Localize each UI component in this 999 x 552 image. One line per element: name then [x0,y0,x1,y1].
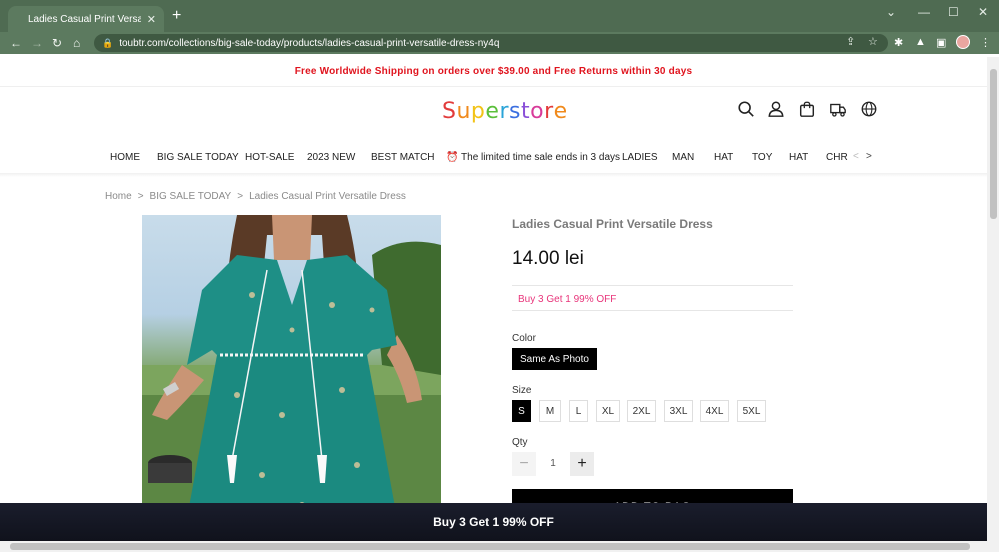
menu-big-sale-today[interactable]: BIG SALE TODAY [157,152,239,163]
size-option-5xl[interactable]: 5XL [737,400,766,422]
maximize-icon[interactable]: ☐ [948,5,959,19]
minimize-icon[interactable]: — [918,5,930,19]
browser-toolbar: ← → ↻ ⌂ 🔒 toubtr.com/collections/big-sal… [0,32,999,54]
breadcrumb-home[interactable]: Home [105,191,132,202]
menu-home[interactable]: HOME [110,152,140,163]
logo-letter: u [456,99,471,124]
size-label: Size [512,385,532,396]
breadcrumb-separator: > [137,191,144,202]
breadcrumb: Home > BIG SALE TODAY > Ladies Casual Print … [105,191,406,202]
product-price: 14.00 lei [512,248,584,269]
scrollbar-thumb[interactable] [990,69,997,219]
lock-icon[interactable]: 🔒 [102,38,113,49]
lab-flask-icon[interactable]: ▲ [915,36,926,48]
size-option-l[interactable]: L [569,400,588,422]
logo-letter: o [530,99,545,124]
menu-hat[interactable]: HAT [714,152,733,163]
back-icon[interactable]: ← [10,35,22,51]
search-icon[interactable] [737,100,755,118]
browser-titlebar: Ladies Casual Print Versatile Dre ✕ + ⌄ … [0,0,999,32]
menu-hot-sale[interactable]: HOT-SALE [245,152,294,163]
vertical-scrollbar[interactable] [987,57,999,541]
logo-letter: S [442,99,457,124]
user-icon[interactable] [767,100,785,118]
extensions-puzzle-icon[interactable]: ✱ [894,36,903,49]
color-option-same-as-photo[interactable]: Same As Photo [512,348,597,370]
tab-search-icon[interactable]: ⌄ [886,5,896,19]
menu-toy[interactable]: TOY [752,152,772,163]
sticky-promo-bar[interactable]: Buy 3 Get 1 99% OFF [0,503,987,541]
tab-title: Ladies Casual Print Versatile Dre [28,13,141,25]
main-menu: HOME BIG SALE TODAY HOT-SALE 2023 NEW BE… [0,147,987,171]
logo-letter: r [544,99,554,124]
logo-letter: e [553,99,568,124]
size-option-3xl[interactable]: 3XL [664,400,693,422]
truck-icon[interactable] [829,100,847,118]
logo-letter: r [499,99,509,124]
logo-letter: s [508,99,521,124]
window-close-icon[interactable]: ✕ [978,5,988,19]
globe-icon[interactable] [860,100,878,118]
tab-close-icon[interactable]: ✕ [147,13,156,26]
menu-ladies[interactable]: LADIES [622,152,658,163]
size-option-2xl[interactable]: 2XL [627,400,656,422]
menu-chr[interactable]: CHR [826,152,848,163]
new-tab-icon[interactable]: + [172,8,181,24]
product-title: Ladies Casual Print Versatile Dress [512,217,713,231]
share-icon[interactable]: ⇪ [846,35,855,48]
menu-limited-time-sale[interactable]: ⏰ The limited time sale ends in 3 days [446,152,620,163]
logo-letter: e [485,99,500,124]
forward-icon[interactable]: → [31,35,43,51]
announcement-bar: Free Worldwide Shipping on orders over $… [0,57,987,87]
qty-value[interactable]: 1 [540,458,566,469]
qty-decrease-button[interactable]: − [512,452,536,476]
superstore-logo[interactable]: Superstore [442,99,568,124]
profile-avatar[interactable] [956,35,970,49]
qty-increase-button[interactable]: + [570,452,594,476]
breadcrumb-collection[interactable]: BIG SALE TODAY [150,191,232,202]
divider [512,285,793,286]
url-text: toubtr.com/collections/big-sale-today/pr… [119,37,500,49]
breadcrumb-separator: > [237,191,244,202]
color-label: Color [512,333,536,344]
menu-next-icon[interactable]: > [866,151,872,162]
size-option-m[interactable]: M [539,400,561,422]
page-viewport: Free Worldwide Shipping on orders over $… [0,57,987,541]
breadcrumb-current: Ladies Casual Print Versatile Dress [249,191,406,202]
menu-hat-2[interactable]: HAT [789,152,808,163]
size-option-4xl[interactable]: 4XL [700,400,729,422]
menu-prev-icon[interactable]: < [853,151,859,162]
bookmark-star-icon[interactable]: ☆ [868,35,878,48]
browser-tab[interactable]: Ladies Casual Print Versatile Dre ✕ [8,6,164,32]
promo-text: Buy 3 Get 1 99% OFF [518,294,617,305]
logo-letter: t [520,99,531,124]
qty-label: Qty [512,437,528,448]
menu-2023-new[interactable]: 2023 NEW [307,152,355,163]
product-image[interactable] [142,215,441,541]
menu-best-match[interactable]: BEST MATCH [371,152,435,163]
reload-icon[interactable]: ↻ [52,35,62,51]
home-icon[interactable]: ⌂ [73,35,80,51]
scrollbar-thumb[interactable] [10,543,970,550]
address-bar[interactable]: 🔒 toubtr.com/collections/big-sale-today/… [94,34,888,52]
menu-man[interactable]: MAN [672,152,694,163]
header-shadow [0,173,987,177]
side-panel-icon[interactable]: ▣ [936,36,946,49]
divider [512,310,793,311]
size-option-s[interactable]: S [512,400,531,422]
browser-menu-icon[interactable]: ⋮ [980,36,991,49]
size-option-xl[interactable]: XL [596,400,620,422]
dress-photo [142,215,441,541]
logo-letter: p [470,99,486,124]
horizontal-scrollbar[interactable] [0,541,999,552]
bag-icon[interactable] [798,100,816,118]
